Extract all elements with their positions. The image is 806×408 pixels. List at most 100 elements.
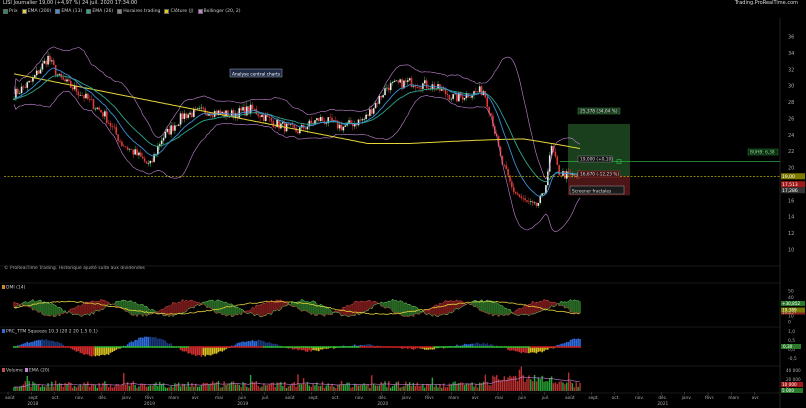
candle-body [520,196,523,198]
squeeze-dot [183,346,186,348]
candle-body [365,114,367,120]
squeeze-dot [285,346,288,348]
squeeze-dot [179,346,182,348]
squeeze-dot [64,346,67,348]
candle-body [90,99,93,100]
squeeze-dot [211,346,214,348]
time-tick-label: mars [728,395,740,401]
volume-legend: Volume [6,368,23,374]
candle-body [537,202,540,206]
time-tick-label: sept. [308,395,319,401]
candle-body [45,60,47,65]
squeeze-dot [331,346,333,348]
candle-body [52,60,55,65]
squeeze-dot [177,346,180,348]
time-year-label: 2019 [144,401,155,407]
squeeze-dot [295,346,297,348]
squeeze-dot [401,346,403,348]
squeeze-dot [206,346,208,348]
candle-body [321,117,324,121]
squeeze-dot [359,346,362,348]
squeeze-dot [325,346,328,348]
candle-body [310,120,312,123]
squeeze-dot [471,346,474,348]
squeeze-dot [465,346,468,348]
squeeze-dot [524,346,527,348]
candle-body [363,119,366,120]
squeeze-dot [79,346,82,348]
squeeze-dot [172,346,174,348]
candle-body [102,112,104,117]
candle-body [179,113,182,125]
candle-body [162,137,165,141]
candle-body [533,202,536,204]
squeeze-dot [160,346,163,348]
candle-body [160,140,163,145]
squeeze-dot [88,346,91,348]
squeeze-dot [338,346,341,348]
candle-body [505,165,507,170]
bollinger-lower-line [13,90,581,233]
squeeze-dot [418,346,420,348]
candle-body [30,80,32,82]
squeeze-dot [217,346,220,348]
squeeze-dot [361,346,364,348]
squeeze-dot [41,346,44,348]
squeeze-dot [416,346,419,348]
squeeze-dot [323,346,326,348]
squeeze-dot [340,346,343,348]
squeeze-dot [139,346,142,348]
candle-body [293,125,295,128]
candle-body [388,87,390,91]
squeeze-dot [240,346,243,348]
squeeze-dot [386,346,388,348]
dark-price-badge: 17,286 [782,188,798,194]
squeeze-dot [346,346,349,348]
candle-body [263,114,265,121]
time-tick-label: oct. [332,395,340,401]
squeeze-dot [52,346,55,348]
squeeze-dot [225,346,227,348]
time-tick-label: déc. [98,394,107,401]
volume-badge: 5 000 [782,388,794,393]
price-tick-label: 30 [788,84,794,90]
time-tick-label: févr. [145,394,154,401]
candle-body [391,82,394,83]
candle-body [329,117,331,118]
squeeze-dot [119,346,121,348]
candle-body [465,93,468,99]
candle-body [389,82,392,91]
candle-body [539,195,542,203]
squeeze-dot [166,346,169,348]
squeeze-dot [427,346,430,348]
candle-body [423,80,426,84]
candle-body [556,156,559,165]
candle-body [564,171,566,179]
squeeze-dot [245,346,248,348]
dmi-tick-label: 50 [788,289,794,295]
squeeze-dot [315,346,318,348]
chart-canvas[interactable]: 36 34 32 30 28 26 24 22 2018 16 14 12 10 Analyse cent… [0,0,806,408]
candle-body [157,146,159,155]
dmi-badge: +30,852 [782,301,800,306]
squeeze-dot [412,346,415,348]
squeeze-dot [28,346,31,348]
candle-body [141,156,144,159]
candle-body [109,123,112,127]
squeeze-dot [66,346,68,348]
candle-body [348,120,350,123]
candle-body [412,86,415,87]
candle-body [469,97,472,98]
squeeze-dot [213,346,216,348]
squeeze-dot [423,346,426,348]
squeeze-dot [297,346,299,348]
time-tick-label: août [5,394,15,401]
candle-body [270,117,273,122]
candle-body [240,108,242,111]
squeeze-dot [431,346,434,348]
squeeze-dot [71,346,74,348]
squeeze-dot [406,346,409,348]
squeeze-dot [255,346,258,348]
squeeze-dot [138,346,140,348]
candle-body [18,93,21,94]
